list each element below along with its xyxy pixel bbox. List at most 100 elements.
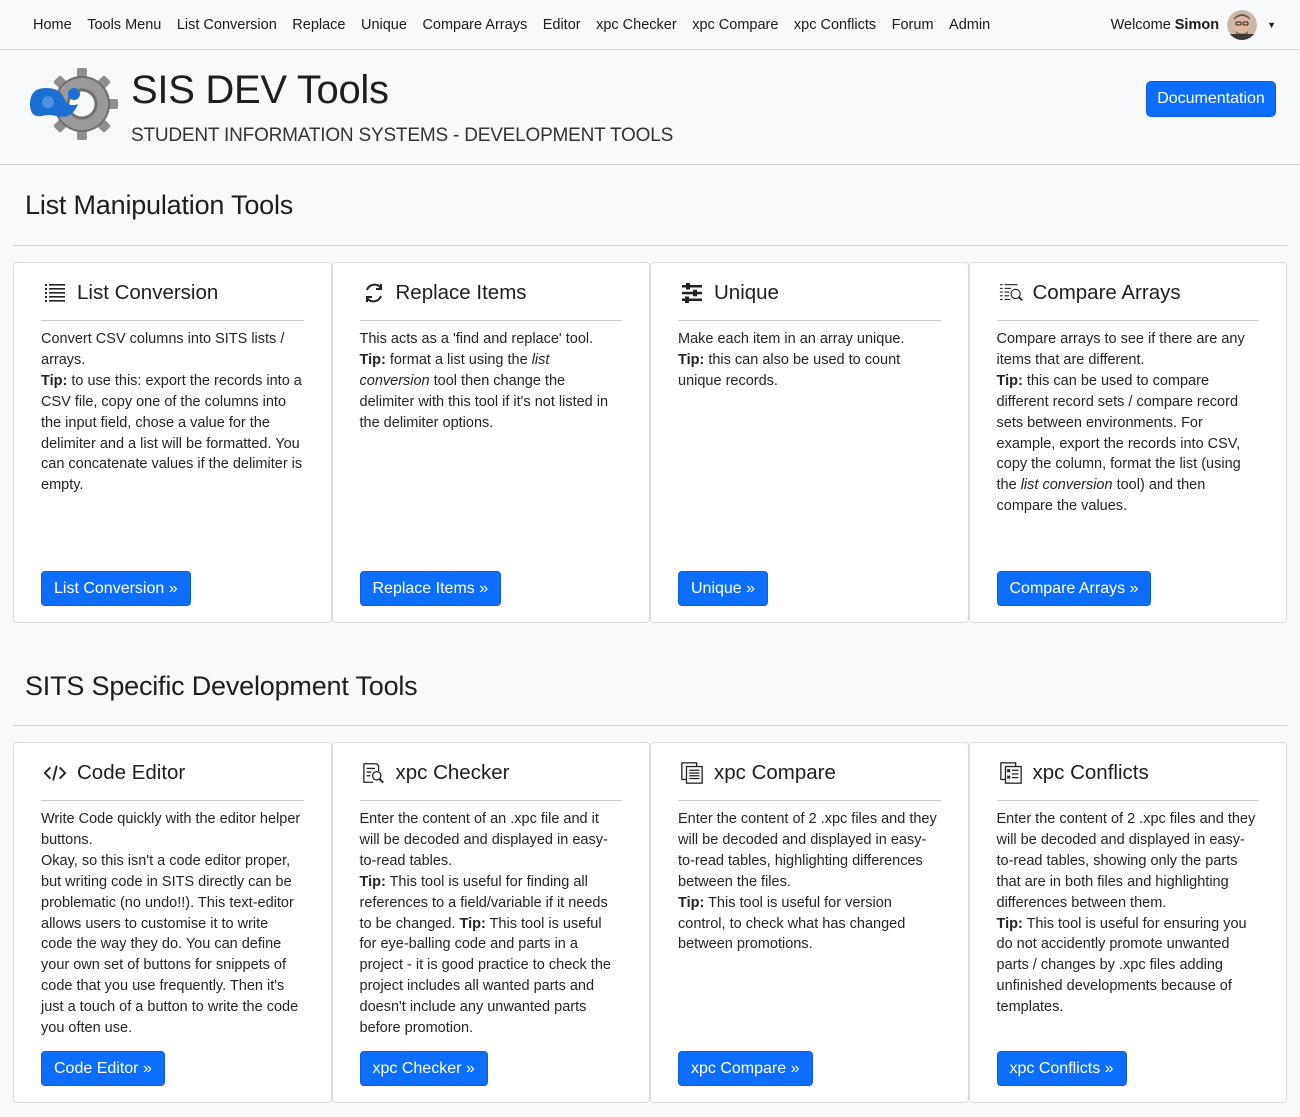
site-header: SIS DEV Tools STUDENT INFORMATION SYSTEM… bbox=[0, 50, 1300, 165]
description-text: this can also be used to count unique re… bbox=[678, 351, 901, 389]
nav-link-compare-arrays[interactable]: Compare Arrays bbox=[422, 17, 527, 33]
nav-link-admin[interactable]: Admin bbox=[949, 17, 990, 33]
tool-card-xpc-checker: xpc Checker Enter the content of an .xpc … bbox=[331, 742, 650, 1103]
card-header: Compare Arrays bbox=[996, 263, 1259, 321]
tool-card-unique: Unique Make each item in an array unique.… bbox=[650, 262, 969, 623]
tool-card-replace-items: Replace Items This acts as a 'find and re… bbox=[331, 262, 650, 623]
site-subtitle: STUDENT INFORMATION SYSTEMS - DEVELOPMEN… bbox=[131, 125, 674, 146]
nav-link-xpc-conflicts[interactable]: xpc Conflicts bbox=[794, 17, 876, 33]
card-title: xpc Compare bbox=[714, 760, 836, 784]
description-text: This tool is useful for version control,… bbox=[678, 894, 906, 953]
tool-card-list-conversion: List Conversion Convert CSV columns into … bbox=[13, 262, 332, 623]
description-text: This tool is useful for ensuring you do … bbox=[996, 915, 1247, 1016]
replace-items-button[interactable]: Replace Items » bbox=[359, 571, 502, 606]
tip-label: Tip: bbox=[996, 915, 1023, 932]
description-text: Okay, so this isn't a code editor proper… bbox=[41, 852, 299, 1037]
user-menu[interactable]: Welcome Simon ▼ bbox=[1110, 9, 1276, 40]
unique-button[interactable]: Unique » bbox=[678, 571, 769, 606]
description-text: Enter the content of 2 .xpc files and th… bbox=[678, 811, 937, 890]
nav-link-list-conversion[interactable]: List Conversion bbox=[177, 17, 277, 33]
avatar[interactable] bbox=[1227, 9, 1258, 40]
nav-link-forum[interactable]: Forum bbox=[892, 17, 934, 33]
card-description: Write Code quickly with the editor helpe… bbox=[41, 809, 304, 1039]
card-header: xpc Compare bbox=[678, 743, 941, 801]
nav-link-tools-menu[interactable]: Tools Menu bbox=[87, 17, 161, 33]
code-editor-button[interactable]: Code Editor » bbox=[41, 1051, 165, 1086]
card-header: Unique bbox=[678, 263, 941, 321]
card-description: Enter the content of an .xpc file and it… bbox=[360, 809, 623, 1039]
description-text: Compare arrays to see if there are any i… bbox=[996, 331, 1245, 368]
nav-link-xpc-checker[interactable]: xpc Checker bbox=[596, 17, 677, 33]
description-text: this can be used to compare different re… bbox=[996, 372, 1241, 494]
description-text: Write Code quickly with the editor helpe… bbox=[41, 811, 301, 848]
tip-label: Tip: bbox=[678, 351, 705, 368]
description-text: Convert CSV columns into SITS lists / ar… bbox=[41, 331, 285, 368]
file-search-icon bbox=[362, 761, 386, 785]
italic-term: list conversion bbox=[1020, 477, 1113, 494]
card-description: Convert CSV columns into SITS lists / ar… bbox=[41, 329, 304, 496]
section-title-list-manipulation: List Manipulation Tools bbox=[25, 190, 294, 220]
refresh-icon bbox=[362, 281, 386, 305]
description-text: to use this: export the records into a C… bbox=[41, 372, 303, 494]
card-title: xpc Checker bbox=[395, 760, 510, 784]
divider bbox=[13, 725, 1287, 726]
tool-card-xpc-conflicts: xpc Conflicts Enter the content of 2 .xpc… bbox=[968, 742, 1287, 1103]
chevron-down-icon[interactable]: ▼ bbox=[1267, 20, 1276, 30]
top-navbar: Home Tools Menu List Conversion Replace Uniq… bbox=[0, 0, 1300, 50]
code-icon bbox=[43, 761, 67, 785]
tip-label: Tip: bbox=[459, 915, 486, 932]
card-title: List Conversion bbox=[77, 280, 219, 304]
card-description: Enter the content of 2 .xpc files and th… bbox=[678, 809, 941, 955]
tool-card-code-editor: Code Editor Write Code quickly with the e… bbox=[13, 742, 332, 1103]
card-header: xpc Checker bbox=[359, 743, 622, 801]
nav-link-replace[interactable]: Replace bbox=[292, 17, 345, 33]
site-title: SIS DEV Tools bbox=[131, 68, 389, 112]
card-description: Compare arrays to see if there are any i… bbox=[997, 329, 1260, 517]
description-text: This tool is useful for eye-balling code… bbox=[359, 915, 611, 1037]
nav-link-editor[interactable]: Editor bbox=[543, 17, 581, 33]
description-text: format a list using the bbox=[385, 351, 532, 368]
compare-search-icon bbox=[999, 281, 1023, 305]
compare-arrays-button[interactable]: Compare Arrays » bbox=[996, 571, 1152, 606]
tool-card-compare-arrays: Compare Arrays Compare arrays to see if t… bbox=[968, 262, 1287, 623]
file-compare-icon bbox=[680, 761, 704, 785]
card-title: xpc Conflicts bbox=[1032, 760, 1149, 784]
card-title: Code Editor bbox=[77, 760, 186, 784]
nav-link-home[interactable]: Home bbox=[33, 17, 72, 33]
card-header: xpc Conflicts bbox=[996, 743, 1259, 801]
card-header: List Conversion bbox=[41, 263, 304, 321]
sits-tools-cards: Code Editor Write Code quickly with the e… bbox=[13, 742, 1287, 1103]
description-text: Enter the content of an .xpc file and it… bbox=[359, 811, 608, 869]
tip-label: Tip: bbox=[359, 351, 386, 368]
list-icon bbox=[43, 281, 67, 305]
description-text: Make each item in an array unique. bbox=[678, 331, 905, 347]
description-text: This acts as a 'find and replace' tool. bbox=[359, 331, 594, 347]
card-header: Code Editor bbox=[41, 743, 304, 801]
welcome-text: Welcome bbox=[1110, 16, 1171, 33]
sliders-icon bbox=[680, 281, 704, 305]
nav-link-unique[interactable]: Unique bbox=[361, 17, 407, 33]
card-description: This acts as a 'find and replace' tool. T… bbox=[360, 329, 623, 434]
card-description: Enter the content of 2 .xpc files and th… bbox=[997, 809, 1260, 1018]
tip-label: Tip: bbox=[41, 372, 68, 389]
card-description: Make each item in an array unique. Tip: t… bbox=[678, 329, 941, 392]
divider bbox=[13, 245, 1287, 246]
xpc-checker-button[interactable]: xpc Checker » bbox=[359, 1051, 488, 1086]
nav-links: Home Tools Menu List Conversion Replace Uniq… bbox=[33, 17, 1006, 33]
xpc-conflicts-button[interactable]: xpc Conflicts » bbox=[996, 1051, 1127, 1086]
tool-card-xpc-compare: xpc Compare Enter the content of 2 .xpc f… bbox=[650, 742, 969, 1103]
section-title-sits-tools: SITS Specific Development Tools bbox=[25, 671, 418, 701]
list-conversion-button[interactable]: List Conversion » bbox=[41, 571, 191, 606]
tip-label: Tip: bbox=[359, 873, 386, 890]
card-header: Replace Items bbox=[359, 263, 622, 321]
card-title: Compare Arrays bbox=[1032, 280, 1181, 304]
tip-label: Tip: bbox=[996, 372, 1023, 389]
nav-link-xpc-compare[interactable]: xpc Compare bbox=[692, 17, 778, 33]
list-tools-cards: List Conversion Convert CSV columns into … bbox=[13, 262, 1287, 623]
card-title: Replace Items bbox=[395, 280, 527, 304]
gear-logo-icon bbox=[30, 68, 118, 140]
documentation-button[interactable]: Documentation bbox=[1146, 81, 1276, 117]
xpc-compare-button[interactable]: xpc Compare » bbox=[678, 1051, 813, 1086]
tip-label: Tip: bbox=[678, 894, 705, 911]
card-title: Unique bbox=[714, 280, 779, 304]
